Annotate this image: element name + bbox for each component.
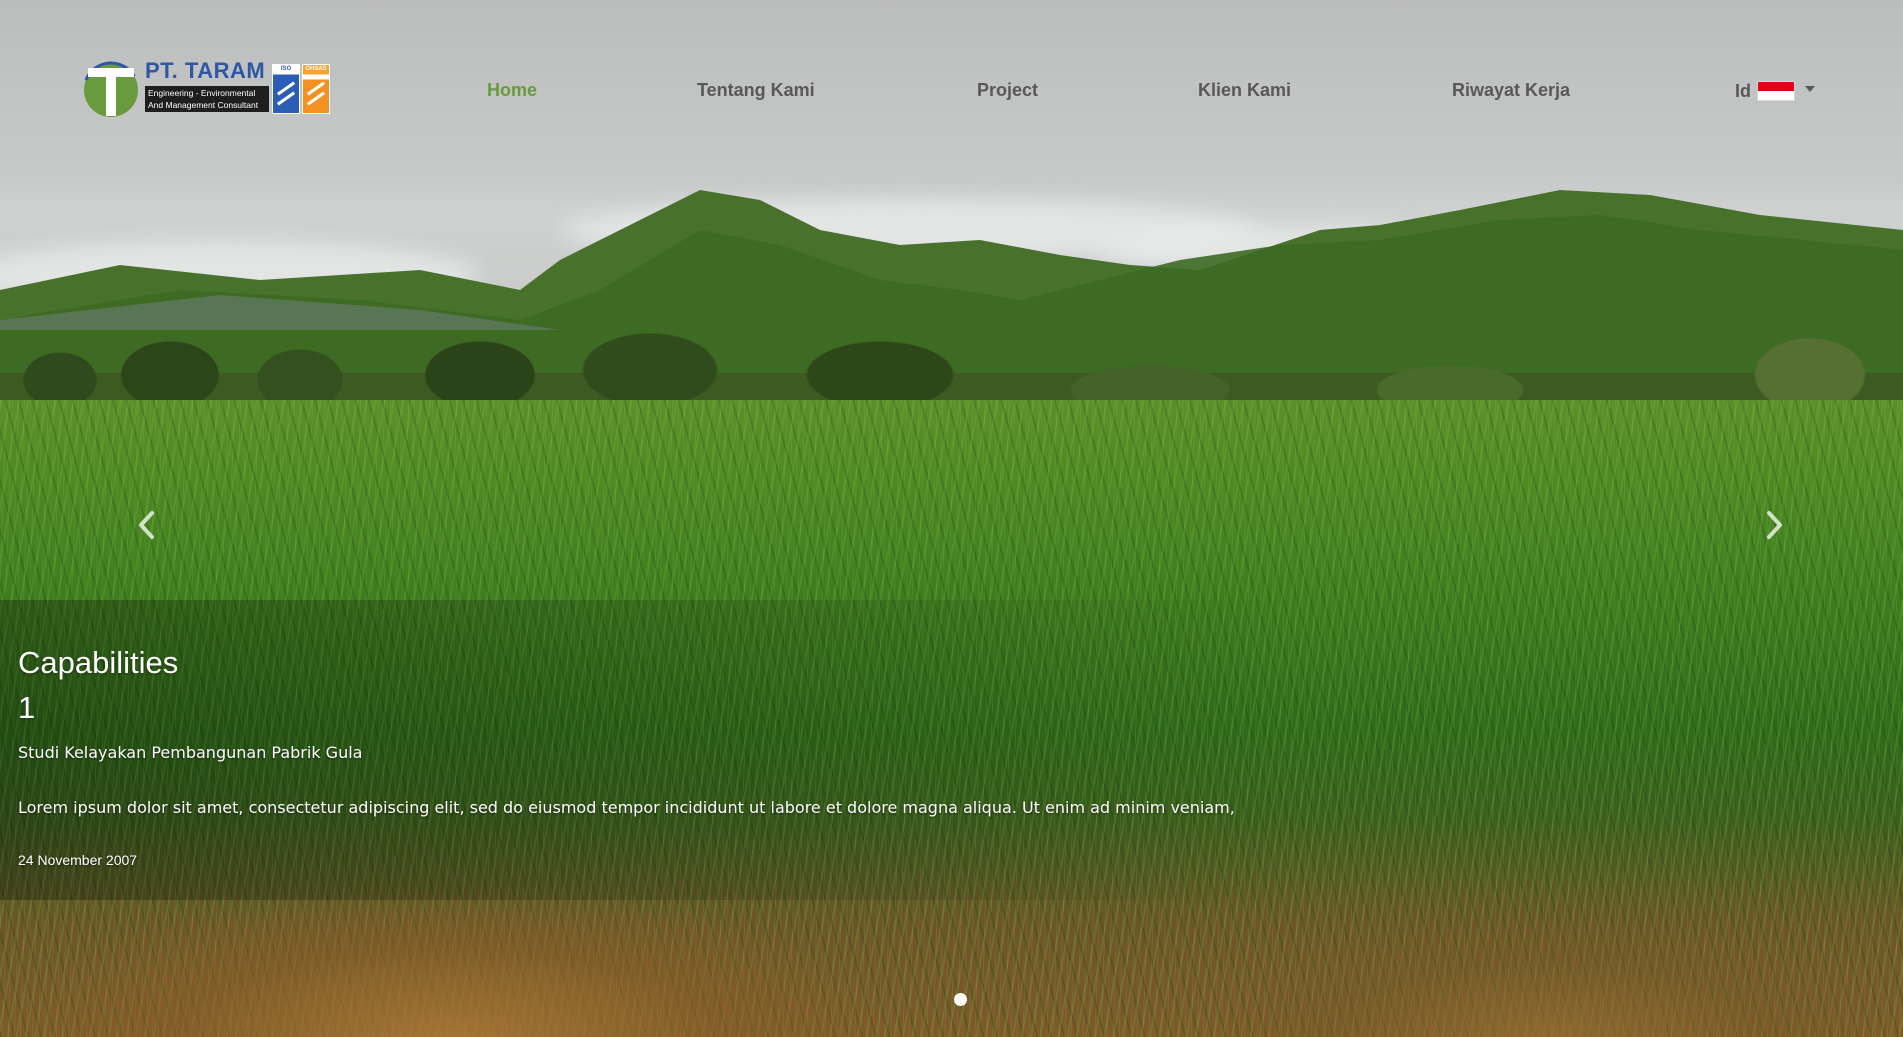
ohsas-badge-label: OHSAS (305, 66, 327, 72)
chevron-right-icon (1767, 511, 1782, 539)
navbar: PT. TARAM Engineering - Environmental An… (0, 0, 1903, 184)
carousel-next-button[interactable] (1754, 505, 1794, 545)
ohsas-certification-badge: OHSAS (302, 64, 330, 114)
brand-name: PT. TARAM (145, 58, 266, 83)
caption-title: Capabilities (18, 645, 179, 680)
language-dropdown[interactable]: Id (1735, 80, 1815, 102)
chevron-left-icon (139, 511, 154, 539)
caption-date: 24 November 2007 (18, 852, 138, 868)
company-logo-icon (82, 61, 140, 119)
caption-subtitle: Studi Kelayakan Pembangunan Pabrik Gula (18, 743, 363, 762)
caption-body: Lorem ipsum dolor sit amet, consectetur … (18, 798, 1235, 817)
iso-badge-label: ISO (280, 66, 292, 72)
brand-tagline: Engineering - Environmental And Manageme… (145, 86, 269, 112)
nav-home[interactable]: Home (487, 80, 537, 101)
caption-number: 1 (18, 690, 36, 725)
indonesia-flag-icon (1757, 81, 1795, 101)
carousel-prev-button[interactable] (127, 505, 167, 545)
caret-down-icon (1805, 86, 1815, 92)
brand-tagline-line2: And Management Consultant (148, 100, 259, 110)
language-label: Id (1735, 80, 1751, 101)
dry-grass (1200, 880, 1903, 1037)
iso-certification-badge: ISO (272, 64, 300, 114)
nav-tentang-kami[interactable]: Tentang Kami (697, 80, 815, 101)
nav-klien-kami[interactable]: Klien Kami (1198, 80, 1291, 101)
carousel-caption: Capabilities 1 Studi Kelayakan Pembangun… (18, 640, 1235, 868)
nav-project[interactable]: Project (977, 80, 1038, 101)
brand-logo[interactable]: PT. TARAM Engineering - Environmental An… (82, 52, 332, 124)
nav-riwayat-kerja[interactable]: Riwayat Kerja (1452, 80, 1570, 101)
carousel-indicator-1[interactable] (954, 993, 967, 1006)
brand-tagline-line1: Engineering - Environmental (148, 88, 256, 98)
